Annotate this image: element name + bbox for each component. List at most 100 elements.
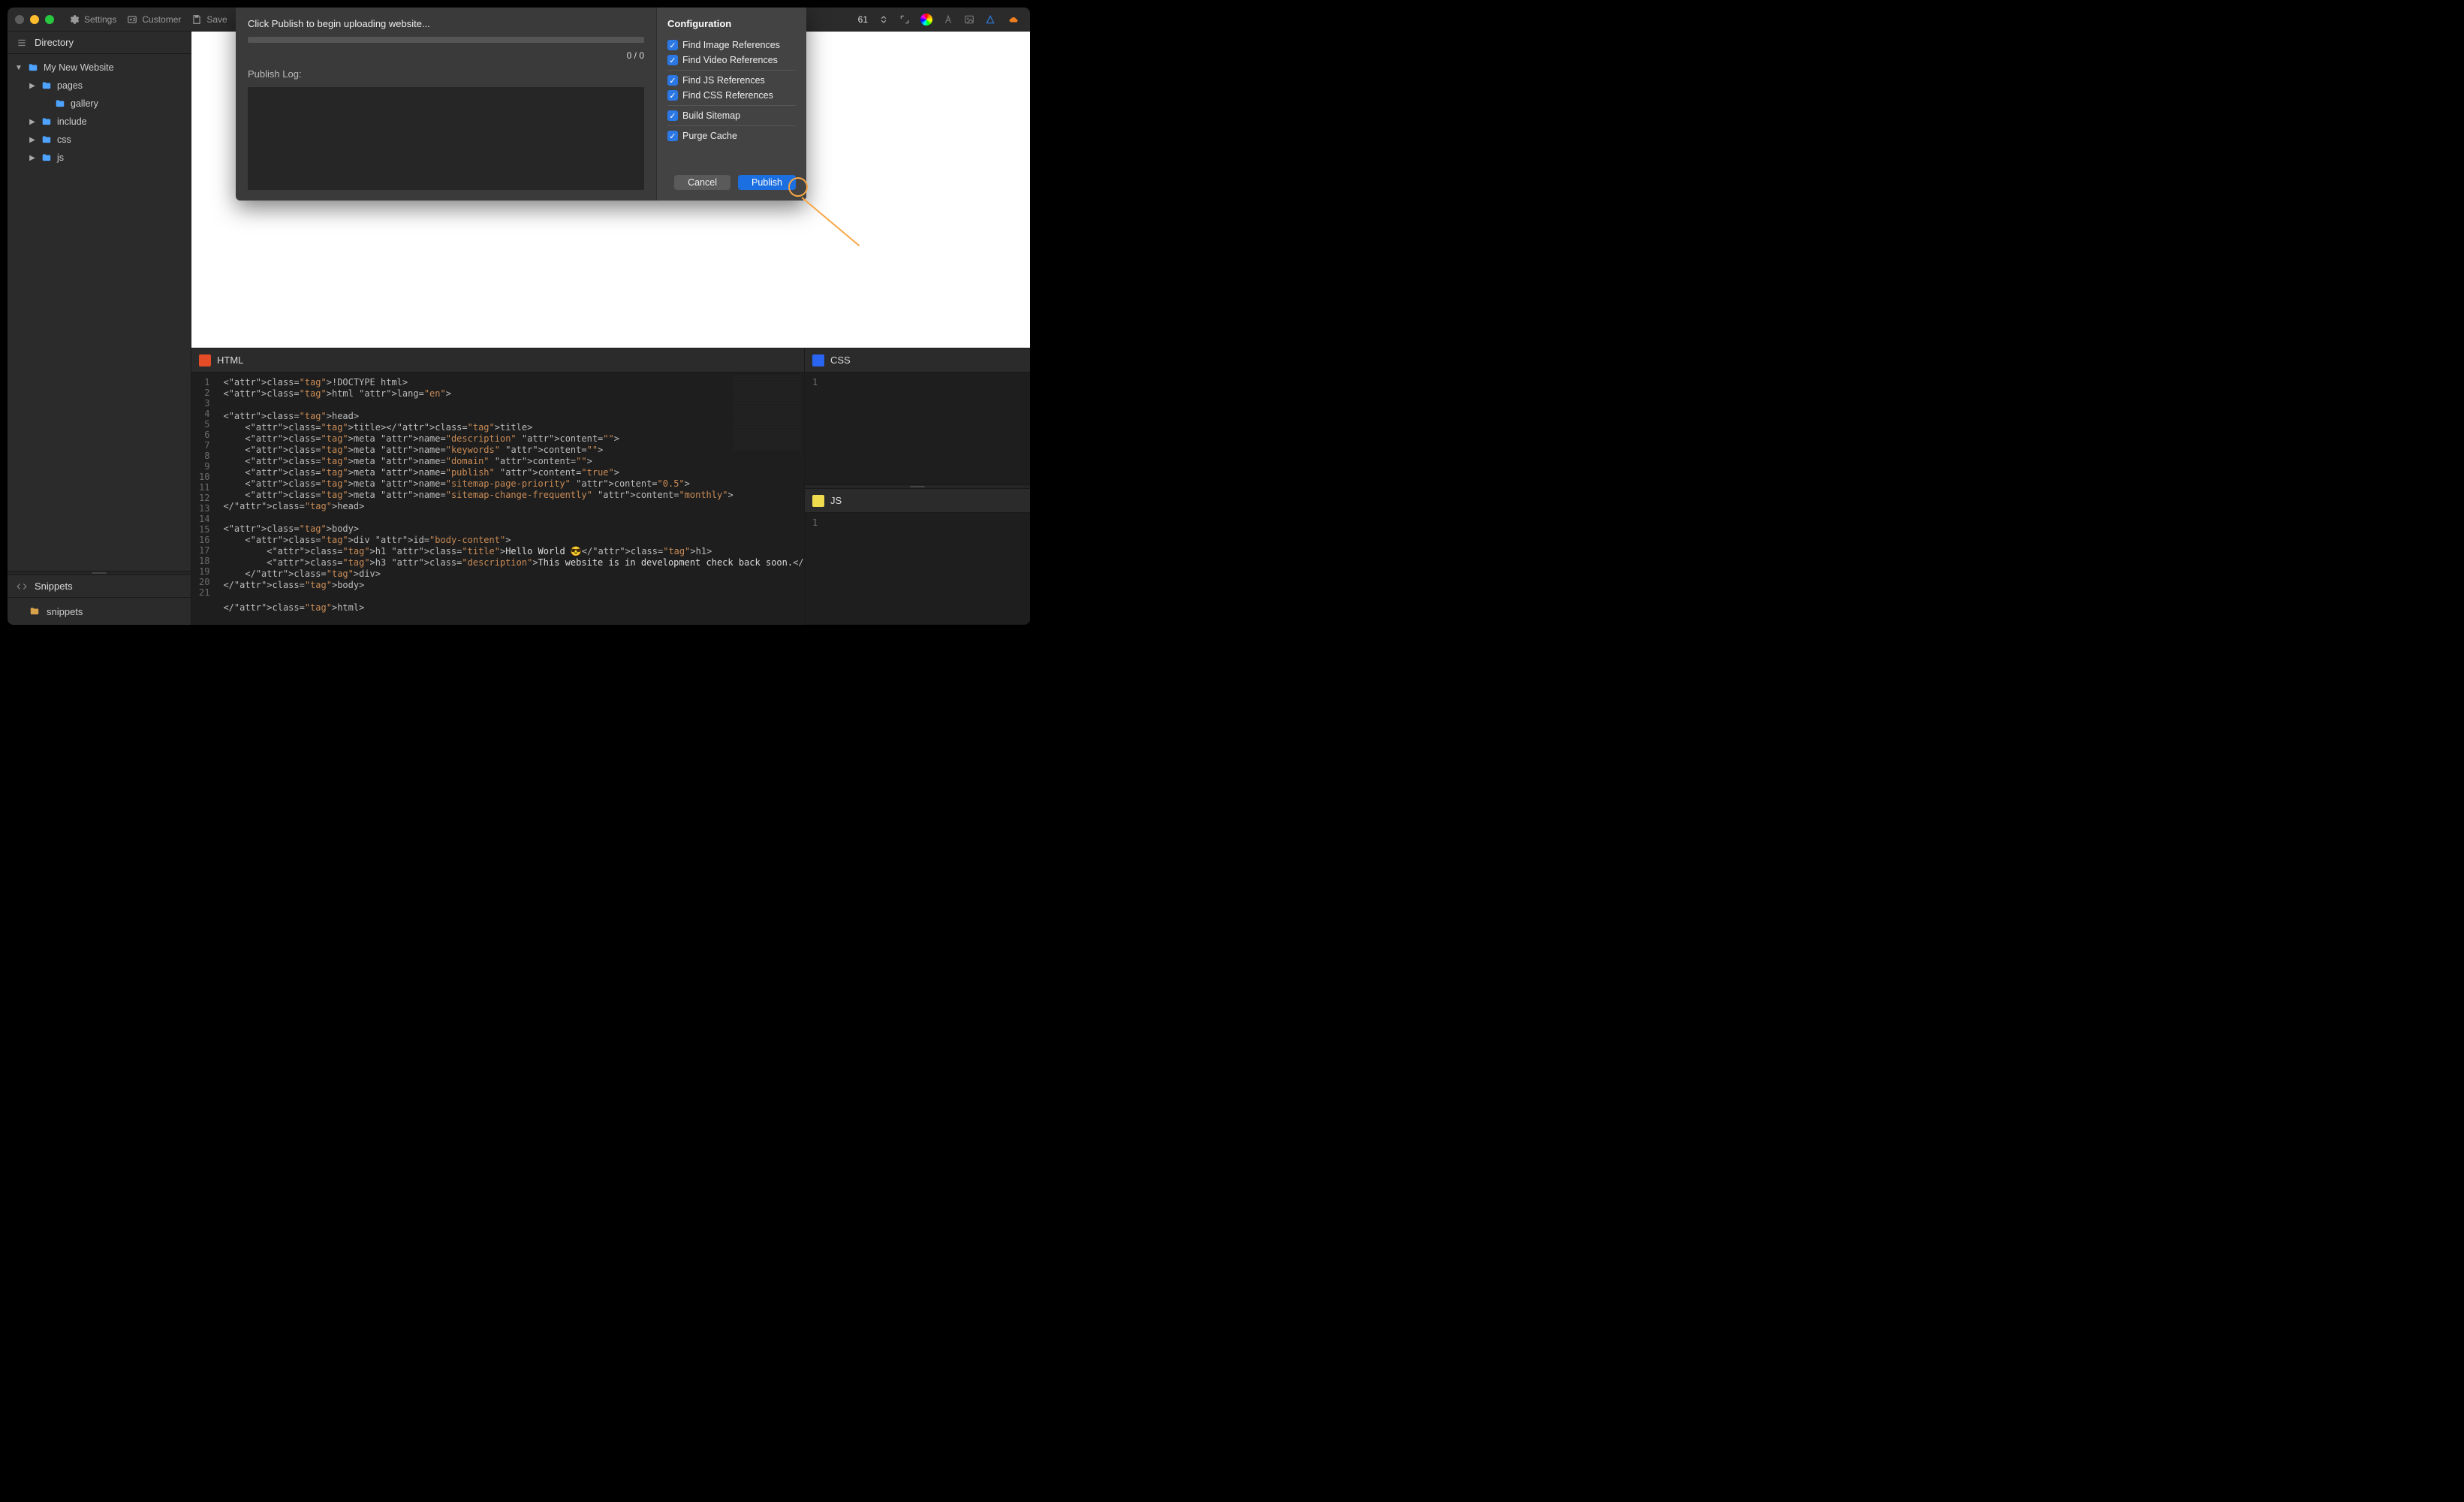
checkbox-checked-icon[interactable]: ✓ — [667, 90, 678, 101]
directory-title: Directory — [35, 37, 74, 48]
css-editor-body[interactable]: 1 — [805, 372, 1030, 484]
annotation-circle — [788, 177, 808, 197]
snippets-header: Snippets — [8, 575, 191, 598]
tree-item[interactable]: ▶ js — [8, 149, 191, 167]
html-file-icon — [199, 354, 211, 366]
html-editor: HTML 1 2 3 4 5 6 7 8 9 10 11 12 13 14 15… — [191, 348, 805, 625]
checkbox-checked-icon[interactable]: ✓ — [667, 110, 678, 121]
expand-arrow-icon[interactable]: ▼ — [15, 64, 23, 72]
tree-item[interactable]: ▼ My New Website — [8, 59, 191, 77]
app-window: Settings Customer Save 61 — [8, 8, 1030, 625]
customer-icon — [127, 14, 137, 25]
tree-item-label: css — [57, 134, 71, 145]
html-editor-header: HTML — [191, 348, 804, 372]
snippets-title: Snippets — [35, 581, 73, 592]
save-button[interactable]: Save — [191, 14, 227, 25]
js-file-icon — [812, 495, 824, 507]
css-editor-header: CSS — [805, 348, 1030, 372]
zoom-window-button[interactable] — [45, 15, 54, 24]
snippets-list[interactable]: snippets — [8, 598, 191, 625]
cloud-brand-icon[interactable] — [1006, 14, 1023, 25]
publish-modal-right: Configuration ✓Find Image References✓Fin… — [656, 8, 806, 201]
tree-item-label: pages — [57, 80, 83, 91]
snippet-label: snippets — [47, 606, 83, 617]
tree-item[interactable]: ▶ pages — [8, 77, 191, 95]
checkbox-checked-icon[interactable]: ✓ — [667, 55, 678, 65]
publish-button[interactable]: Publish — [738, 175, 796, 190]
config-option-label: Build Sitemap — [682, 110, 740, 121]
css-editor-title: CSS — [830, 354, 851, 366]
close-window-button[interactable] — [15, 15, 24, 24]
editors-row: HTML 1 2 3 4 5 6 7 8 9 10 11 12 13 14 15… — [191, 348, 1030, 625]
expand-arrow-icon[interactable]: ▶ — [29, 136, 36, 144]
config-checkbox-row[interactable]: ✓Find Image References — [667, 40, 796, 50]
css-gutter: 1 — [805, 372, 824, 484]
css-code-area[interactable] — [824, 372, 843, 484]
expand-icon[interactable] — [899, 14, 910, 25]
js-editor-body[interactable]: 1 — [805, 513, 1030, 624]
config-checkbox-row[interactable]: ✓ Purge Cache — [667, 131, 796, 141]
checkbox-checked-icon[interactable]: ✓ — [667, 75, 678, 86]
config-checkbox-row[interactable]: ✓ Build Sitemap — [667, 110, 796, 121]
snippet-item[interactable]: snippets — [8, 602, 191, 620]
folder-icon — [27, 62, 39, 73]
js-editor-title: JS — [830, 495, 842, 506]
settings-label: Settings — [84, 14, 116, 25]
zoom-stepper-icon[interactable] — [878, 14, 889, 25]
font-icon[interactable] — [943, 14, 953, 25]
gear-icon — [69, 14, 80, 25]
js-gutter: 1 — [805, 513, 824, 624]
config-option-label: Find Video References — [682, 55, 778, 65]
publish-modal-left: Click Publish to begin uploading website… — [236, 8, 656, 201]
brand-a-icon[interactable] — [985, 14, 996, 25]
css-file-icon — [812, 354, 824, 366]
folder-icon — [41, 80, 53, 91]
side-editors: CSS 1 JS 1 — [805, 348, 1030, 625]
config-checkbox-row[interactable]: ✓Find JS References — [667, 75, 796, 86]
tree-item-label: gallery — [71, 98, 98, 109]
code-icon — [17, 581, 27, 592]
config-checkbox-row[interactable]: ✓ Find Video References — [667, 55, 796, 65]
checkbox-checked-icon[interactable]: ✓ — [667, 131, 678, 141]
html-editor-title: HTML — [217, 354, 243, 366]
image-icon[interactable] — [964, 14, 974, 25]
config-option-label: Find CSS References — [682, 90, 773, 101]
zoom-value[interactable]: 61 — [858, 14, 868, 25]
save-label: Save — [206, 14, 227, 25]
expand-arrow-icon[interactable]: ▶ — [29, 118, 36, 126]
expand-arrow-icon[interactable]: ▶ — [29, 154, 36, 162]
cancel-button[interactable]: Cancel — [674, 175, 730, 190]
js-editor: JS 1 — [805, 489, 1030, 625]
folder-icon — [41, 134, 53, 145]
js-code-area[interactable] — [824, 513, 843, 624]
css-editor: CSS 1 — [805, 348, 1030, 484]
customer-label: Customer — [142, 14, 181, 25]
publish-progress-count: 0 / 0 — [248, 50, 644, 61]
tree-item[interactable]: ▶ css — [8, 131, 191, 149]
folder-icon — [54, 98, 66, 109]
html-code-area[interactable]: <"attr">class="tag">!DOCTYPE html> <"att… — [215, 372, 804, 625]
folder-icon — [29, 606, 41, 617]
tree-item[interactable]: gallery — [8, 95, 191, 113]
settings-button[interactable]: Settings — [69, 14, 116, 25]
tree-item-label: My New Website — [44, 62, 114, 73]
minimize-window-button[interactable] — [30, 15, 39, 24]
list-icon — [17, 38, 27, 48]
directory-header: Directory — [8, 32, 191, 54]
publish-progress-bar — [248, 37, 644, 43]
config-checkbox-row[interactable]: ✓ Find CSS References — [667, 90, 796, 101]
html-editor-body[interactable]: 1 2 3 4 5 6 7 8 9 10 11 12 13 14 15 16 1… — [191, 372, 804, 625]
expand-arrow-icon[interactable]: ▶ — [29, 82, 36, 90]
file-tree[interactable]: ▼My New Website▶pagesgallery▶include▶css… — [8, 54, 191, 571]
window-controls — [15, 15, 54, 24]
minimap[interactable] — [733, 376, 801, 451]
publish-log-box[interactable] — [248, 87, 644, 190]
sidebar: Directory ▼ My New Website ▶ pages gallery ▶i… — [8, 32, 191, 625]
tree-item[interactable]: ▶include — [8, 113, 191, 131]
tree-item-label: js — [57, 152, 64, 163]
customer-button[interactable]: Customer — [127, 14, 181, 25]
publish-log-label: Publish Log: — [248, 68, 644, 80]
config-option-label: Purge Cache — [682, 131, 737, 141]
checkbox-checked-icon[interactable]: ✓ — [667, 40, 678, 50]
color-picker-icon[interactable] — [920, 14, 932, 26]
